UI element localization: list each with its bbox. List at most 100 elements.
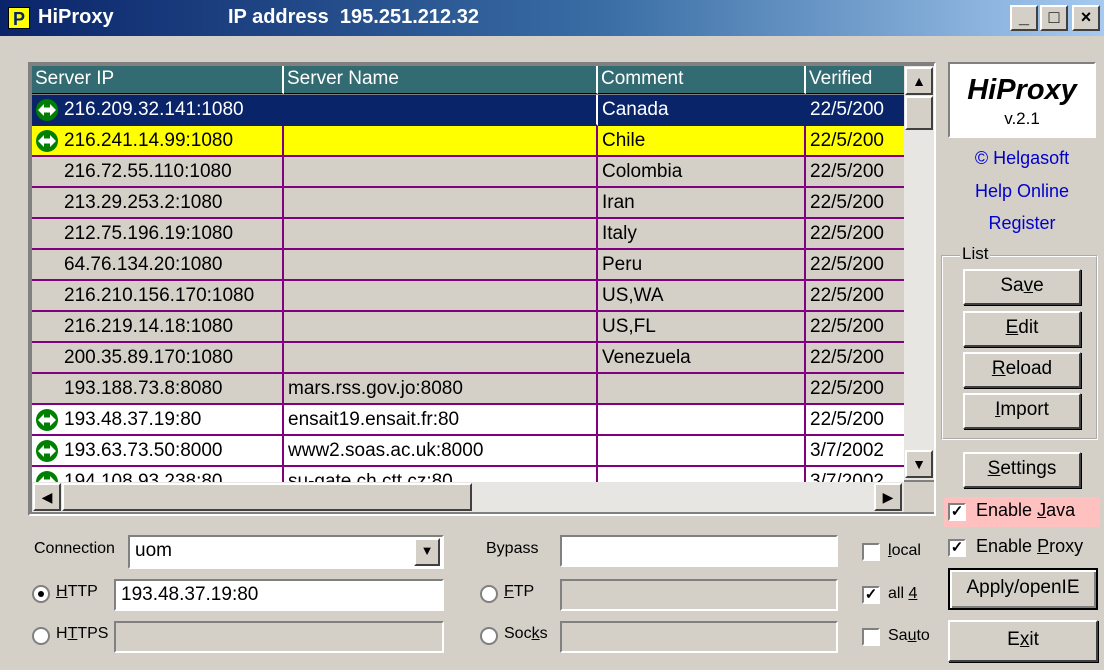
sauto-checkbox[interactable]	[862, 628, 880, 646]
table-row[interactable]: 212.75.196.19:1080 Italy 22/5/200	[32, 219, 904, 250]
label-part: TPS	[77, 625, 109, 642]
save-button[interactable]: Save	[963, 269, 1081, 305]
accel-key: R	[991, 358, 1006, 379]
table-row[interactable]: 200.35.89.170:1080 Venezuela 22/5/200	[32, 343, 904, 374]
label-part: Sa	[888, 627, 908, 644]
enable-java-label[interactable]: Enable Java	[976, 500, 1075, 521]
http-radio[interactable]	[32, 585, 50, 603]
column-header-comment[interactable]: Comment	[598, 66, 806, 94]
table-cell-name	[284, 95, 598, 126]
table-row[interactable]: 216.219.14.18:1080 US,FL 22/5/200	[32, 312, 904, 343]
enable-proxy-label[interactable]: Enable Proxy	[976, 536, 1083, 557]
cell-text: 22/5/200	[810, 378, 884, 399]
socks-proxy-input[interactable]	[560, 621, 838, 653]
column-header-server-ip[interactable]: Server IP	[32, 66, 284, 94]
table-row[interactable]: 213.29.253.2:1080 Iran 22/5/200	[32, 188, 904, 219]
table-cell-verified: 3/7/2002	[806, 436, 904, 467]
table-cell-name	[284, 157, 598, 188]
settings-button[interactable]: Settings	[963, 452, 1081, 488]
cell-text: 3/7/2002	[810, 440, 884, 461]
server-grid[interactable]: Server IP Server Name Comment Verified 2…	[28, 62, 936, 516]
label-part: eload	[1005, 358, 1053, 379]
cell-text: Colombia	[602, 161, 683, 182]
apply-openie-button[interactable]: Apply/openIE	[948, 568, 1098, 610]
label-part: ava	[1046, 500, 1076, 520]
helgasoft-link[interactable]: © Helgasoft	[948, 148, 1096, 169]
socks-radio[interactable]	[480, 627, 498, 645]
https-proxy-input[interactable]	[114, 621, 444, 653]
connection-label: Connection	[34, 540, 115, 557]
table-cell-verified: 22/5/200	[806, 157, 904, 188]
sauto-label[interactable]: Sauto	[888, 627, 930, 645]
cell-text: 216.241.14.99:1080	[64, 130, 234, 151]
socks-label[interactable]: Socks	[504, 625, 548, 643]
reload-button[interactable]: Reload	[963, 352, 1081, 388]
table-row[interactable]: 216.72.55.110:1080 Colombia 22/5/200	[32, 157, 904, 188]
table-row[interactable]: 216.241.14.99:1080 Chile 22/5/200	[32, 126, 904, 157]
table-cell-comment: Colombia	[598, 157, 806, 188]
column-header-server-name[interactable]: Server Name	[284, 66, 598, 94]
ftp-radio[interactable]	[480, 585, 498, 603]
cell-text: 200.35.89.170:1080	[64, 347, 234, 368]
table-row[interactable]: 216.210.156.170:1080 US,WA 22/5/200	[32, 281, 904, 312]
cell-text: 213.29.253.2:1080	[64, 192, 223, 213]
table-cell-comment: Venezuela	[598, 343, 806, 374]
scroll-right-button[interactable]: ▶	[874, 483, 902, 511]
enable-proxy-checkbox[interactable]: ✓	[948, 539, 966, 557]
https-label[interactable]: HTTPS	[56, 625, 108, 643]
vertical-scroll-thumb[interactable]	[905, 96, 933, 130]
ftp-proxy-input[interactable]	[560, 579, 838, 611]
local-label[interactable]: local	[888, 542, 921, 560]
table-row[interactable]: 64.76.134.20:1080 Peru 22/5/200	[32, 250, 904, 281]
vertical-scrollbar[interactable]: ▲ ▼	[904, 66, 934, 480]
http-proxy-input[interactable]: 193.48.37.19:80	[114, 579, 444, 611]
scroll-left-button[interactable]: ◀	[33, 483, 61, 511]
register-link[interactable]: Register	[948, 213, 1096, 234]
accel-key: E	[1005, 317, 1019, 338]
maximize-button[interactable]: □	[1040, 5, 1068, 31]
cell-text: mars.rss.gov.jo:8080	[288, 378, 463, 399]
proxy-active-icon	[35, 409, 59, 431]
grid-header: Server IP Server Name Comment Verified	[32, 66, 904, 94]
import-button[interactable]: Import	[963, 393, 1081, 429]
ftp-label[interactable]: FTP	[504, 583, 534, 601]
table-row[interactable]: 193.63.73.50:8000 www2.soas.ac.uk:8000 3/7…	[32, 436, 904, 467]
table-cell-ip: 212.75.196.19:1080	[32, 219, 284, 250]
local-checkbox[interactable]	[862, 543, 880, 561]
product-name: HiProxy	[967, 74, 1077, 106]
table-row[interactable]: 216.209.32.141:1080 Canada 22/5/200	[32, 95, 904, 126]
table-cell-ip: 216.219.14.18:1080	[32, 312, 284, 343]
table-cell-name	[284, 219, 598, 250]
https-radio[interactable]	[32, 627, 50, 645]
table-cell-ip: 193.188.73.8:8080	[32, 374, 284, 405]
connection-dropdown-arrow[interactable]: ▼	[414, 538, 440, 566]
enable-java-checkbox[interactable]: ✓	[948, 503, 966, 521]
close-button[interactable]: ×	[1072, 5, 1100, 31]
table-row[interactable]: 193.188.73.8:8080 mars.rss.gov.jo:8080 22/…	[32, 374, 904, 405]
column-header-verified[interactable]: Verified	[806, 66, 904, 94]
bypass-input[interactable]	[560, 535, 838, 567]
scroll-up-button[interactable]: ▲	[905, 67, 933, 95]
http-label[interactable]: HTTP	[56, 583, 98, 601]
title-bar[interactable]: P HiProxy IP address 195.251.212.32 _ □ …	[0, 0, 1104, 36]
all4-checkbox[interactable]: ✓	[862, 586, 880, 604]
edit-button[interactable]: Edit	[963, 311, 1081, 347]
accel-key: T	[67, 625, 78, 642]
accel-key: H	[56, 583, 68, 600]
label-part: E	[1007, 629, 1020, 650]
connection-dropdown[interactable]: uom	[128, 535, 444, 569]
all4-label[interactable]: all 4	[888, 585, 917, 603]
cell-text: 64.76.134.20:1080	[64, 254, 223, 275]
app-icon: P	[8, 7, 30, 29]
horizontal-scrollbar[interactable]: ◀ ▶	[32, 482, 904, 512]
minimize-button[interactable]: _	[1010, 5, 1038, 31]
scroll-down-button[interactable]: ▼	[905, 450, 933, 478]
table-cell-name: mars.rss.gov.jo:8080	[284, 374, 598, 405]
table-cell-ip: 200.35.89.170:1080	[32, 343, 284, 374]
horizontal-scroll-thumb[interactable]	[62, 483, 472, 511]
table-row[interactable]: 193.48.37.19:80 ensait19.ensait.fr:80 22/5…	[32, 405, 904, 436]
cell-text: 22/5/200	[810, 161, 884, 182]
help-online-link[interactable]: Help Online	[948, 181, 1096, 202]
accel-key: 4	[908, 585, 918, 602]
exit-button[interactable]: Exit	[948, 620, 1098, 662]
